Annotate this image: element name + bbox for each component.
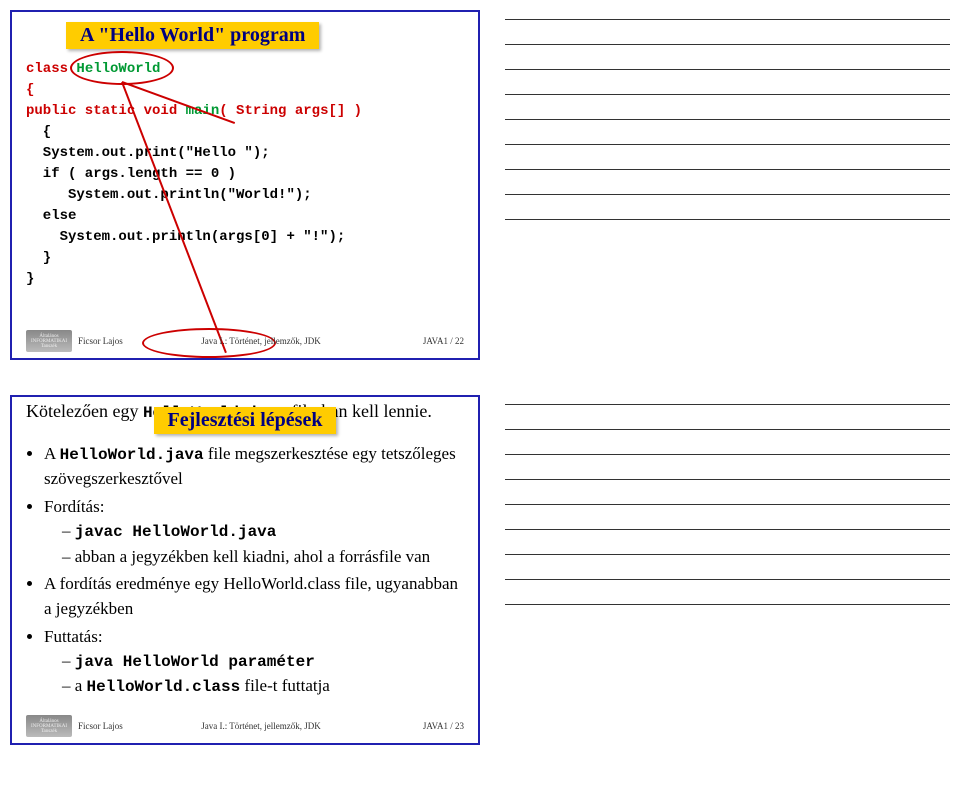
footer-page: JAVA1 / 23 — [394, 721, 464, 731]
footer-page: JAVA1 / 22 — [394, 336, 464, 346]
notes-area — [505, 395, 950, 745]
note-line — [505, 193, 950, 195]
slide-title: A "Hello World" program — [66, 22, 319, 49]
code-line: ( String args[] ) — [219, 103, 362, 119]
slide-22: A "Hello World" program class HelloWorld… — [10, 10, 480, 360]
bullet-item: Fordítás: javac HelloWorld.java abban a … — [44, 495, 464, 569]
note-line — [505, 18, 950, 20]
slide-23: Fejlesztési lépések A HelloWorld.java fi… — [10, 395, 480, 745]
bullet-item: A HelloWorld.java file megszerkesztése e… — [44, 442, 464, 492]
sub-mono: java HelloWorld paraméter — [75, 653, 315, 671]
bullet-text: A — [44, 444, 60, 463]
slide-title: Fejlesztési lépések — [154, 407, 337, 434]
bullet-mono: HelloWorld.java — [60, 446, 204, 464]
footer-title: Java I.: Történet, jellemzők, JDK — [128, 336, 394, 346]
code-classname: HelloWorld — [76, 61, 160, 77]
sub-text: a — [75, 676, 87, 695]
note-line — [505, 453, 950, 455]
slide-footer: Általános INFORMATIKAI Tanszék Ficsor La… — [26, 330, 464, 352]
code-line: } — [26, 250, 51, 266]
note-line — [505, 43, 950, 45]
sub-mono: javac HelloWorld.java — [75, 523, 277, 541]
notes-area — [505, 10, 950, 360]
code-line: { — [26, 124, 51, 140]
note-line — [505, 553, 950, 555]
code-kw: public static void — [26, 103, 186, 119]
footer-logo: Általános INFORMATIKAI Tanszék — [26, 715, 72, 737]
note-line — [505, 143, 950, 145]
sub-item: java HelloWorld paraméter — [62, 649, 464, 674]
bullet-text: Futtatás: — [44, 627, 103, 646]
code-line: else — [26, 208, 76, 224]
note-line — [505, 68, 950, 70]
footer-author: Ficsor Lajos — [78, 336, 128, 346]
code-line: if ( args.length == 0 ) — [26, 166, 236, 182]
note-line — [505, 168, 950, 170]
sub-item: abban a jegyzékben kell kiadni, ahol a f… — [62, 545, 464, 570]
sub-list: java HelloWorld paraméter a HelloWorld.c… — [44, 649, 464, 699]
note-line — [505, 93, 950, 95]
bullet-item: A fordítás eredménye egy HelloWorld.clas… — [44, 572, 464, 621]
code-line: System.out.println(args[0] + "!"); — [26, 229, 345, 245]
footer-title: Java I.: Történet, jellemzők, JDK — [128, 721, 394, 731]
annotation-arrow — [121, 82, 227, 353]
footer-author: Ficsor Lajos — [78, 721, 128, 731]
code-line: } — [26, 271, 34, 287]
sub-item: javac HelloWorld.java — [62, 519, 464, 544]
bullet-item: Futtatás: java HelloWorld paraméter a He… — [44, 625, 464, 700]
note-line — [505, 603, 950, 605]
note-line — [505, 218, 950, 220]
sub-mono: HelloWorld.class — [87, 678, 241, 696]
sub-item: a HelloWorld.class file-t futtatja — [62, 674, 464, 699]
sub-text: file-t futtatja — [240, 676, 330, 695]
footer-logo: Általános INFORMATIKAI Tanszék — [26, 330, 72, 352]
sub-list: javac HelloWorld.java abban a jegyzékben… — [44, 519, 464, 569]
bullet-list: A HelloWorld.java file megszerkesztése e… — [26, 442, 464, 700]
note-line — [505, 478, 950, 480]
slide-footer: Általános INFORMATIKAI Tanszék Ficsor La… — [26, 715, 464, 737]
bullet-text: Fordítás: — [44, 497, 104, 516]
note-line — [505, 403, 950, 405]
code-line: { — [26, 82, 34, 98]
note-line — [505, 503, 950, 505]
note-line — [505, 428, 950, 430]
code-kw: class — [26, 61, 76, 77]
note-line — [505, 118, 950, 120]
note-line — [505, 578, 950, 580]
note-line — [505, 528, 950, 530]
